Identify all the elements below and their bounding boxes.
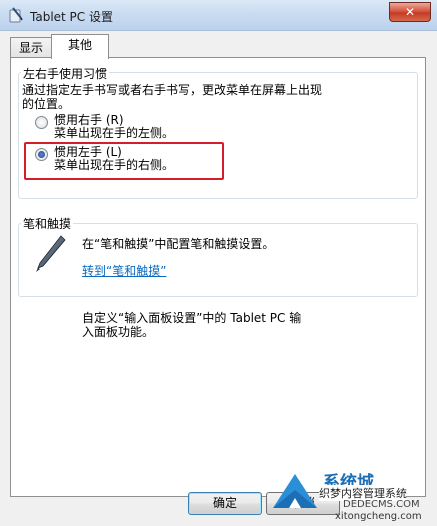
pen-touch-link[interactable]: 转到“笔和触摸” <box>82 262 166 279</box>
tab-display[interactable]: 显示 <box>10 37 52 58</box>
pen-touch-description: 在“笔和触摸”中配置笔和触摸设置。 <box>82 237 275 251</box>
tab-other[interactable]: 其他 <box>51 34 109 59</box>
close-icon: ✕ <box>404 5 416 19</box>
ok-button[interactable]: 确定 <box>188 492 262 515</box>
tab-panel-other: 左右手使用习惯 通过指定左手书写或者右手书写，更改菜单在屏幕上出现 的位置。 惯… <box>10 57 426 497</box>
highlight-annotation-box <box>24 142 224 180</box>
watermark-logo-icon <box>273 474 317 508</box>
close-button[interactable]: ✕ <box>389 2 431 22</box>
watermark-url: xitongcheng.com <box>335 511 422 522</box>
handedness-group-title: 左右手使用习惯 <box>21 65 110 82</box>
tablet-pc-icon <box>9 7 23 23</box>
pen-touch-group <box>18 223 418 297</box>
radio-right-handed-button[interactable] <box>35 116 48 129</box>
radio-right-handed[interactable]: 惯用右手 (R) 菜单出现在手的左侧。 <box>35 114 174 140</box>
radio-right-handed-hint: 菜单出现在手的左侧。 <box>54 126 175 140</box>
pen-touch-group-title: 笔和触摸 <box>21 215 74 232</box>
pen-icon <box>36 235 66 272</box>
window-title: Tablet PC 设置 <box>30 10 113 24</box>
handedness-description: 通过指定左手书写或者右手书写，更改菜单在屏幕上出现 的位置。 <box>22 83 323 111</box>
input-panel-description: 自定义“输入面板设置”中的 Tablet PC 输 入面板功能。 <box>82 311 302 339</box>
site-watermark: 系统城 织梦内容管理系统 DEDECMS.COM xitongcheng.com <box>267 466 437 526</box>
title-bar: Tablet PC 设置 ✕ <box>0 0 437 31</box>
watermark-line2: DEDECMS.COM <box>343 499 420 510</box>
dialog-client-area: 显示 其他 左右手使用习惯 通过指定左手书写或者右手书写，更改菜单在屏幕上出现 … <box>0 31 437 526</box>
